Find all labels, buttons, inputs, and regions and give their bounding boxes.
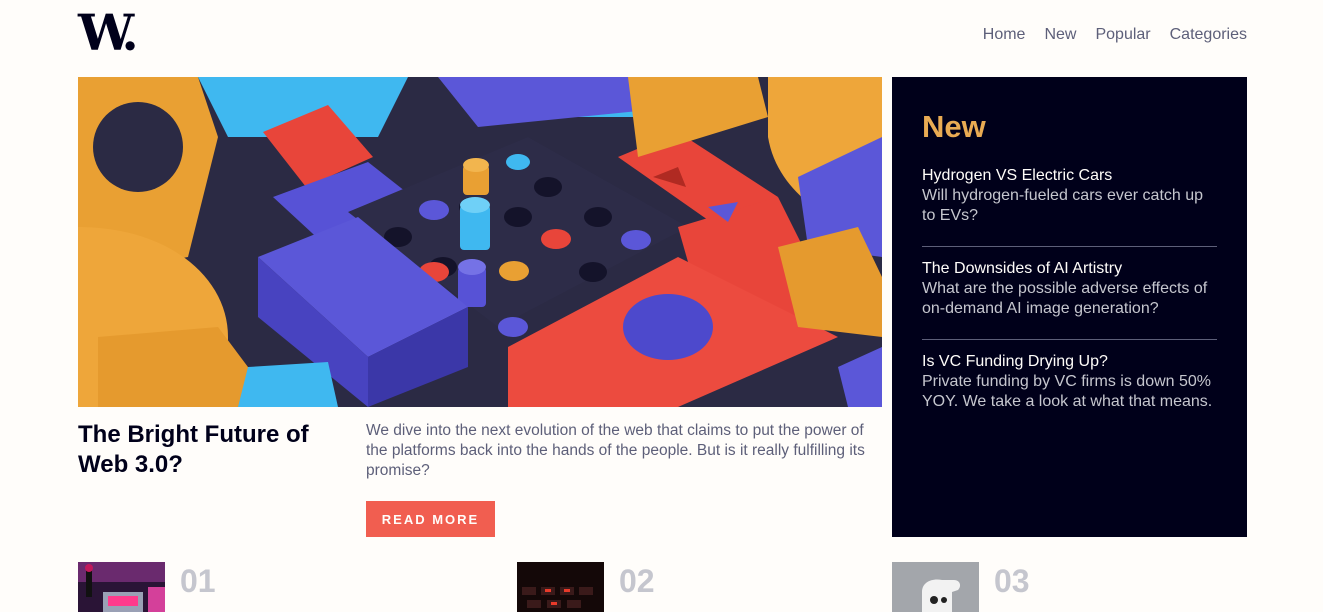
hero-description: We dive into the next evolution of the w…: [366, 422, 865, 479]
trending-item-2[interactable]: 02: [517, 562, 655, 612]
new-article-item: Is VC Funding Drying Up? Private funding…: [922, 340, 1217, 432]
new-article-summary: Private funding by VC firms is down 50% …: [922, 373, 1213, 410]
read-more-button[interactable]: READ MORE: [366, 501, 495, 537]
trending-thumbnail[interactable]: [78, 562, 165, 612]
site-logo[interactable]: W.: [78, 8, 144, 58]
new-section-title: New: [922, 109, 986, 144]
new-article-summary: What are the possible adverse effects of…: [922, 280, 1208, 317]
nav-link-new[interactable]: New: [1044, 26, 1076, 44]
trending-number: 03: [994, 563, 1030, 599]
new-article-item: The Downsides of AI Artistry What are th…: [922, 247, 1217, 340]
new-article-title[interactable]: The Downsides of AI Artistry: [922, 259, 1217, 279]
trending-number: 02: [619, 563, 655, 599]
hero-image: [78, 77, 882, 407]
nav-link-popular[interactable]: Popular: [1095, 26, 1150, 44]
nav-link-home[interactable]: Home: [983, 26, 1026, 44]
trending-number: 01: [180, 563, 216, 599]
new-articles-list: Hydrogen VS Electric Cars Will hydrogen-…: [922, 166, 1217, 432]
trending-item-3[interactable]: 03: [892, 562, 1030, 612]
new-articles-panel: New Hydrogen VS Electric Cars Will hydro…: [892, 77, 1247, 537]
nav-link-categories[interactable]: Categories: [1170, 26, 1247, 44]
new-article-item: Hydrogen VS Electric Cars Will hydrogen-…: [922, 166, 1217, 247]
trending-item-1[interactable]: 01: [78, 562, 216, 612]
logo-text: W.: [78, 3, 139, 62]
hero-illustration: [78, 77, 882, 407]
new-article-title[interactable]: Is VC Funding Drying Up?: [922, 352, 1217, 372]
trending-thumbnail[interactable]: [892, 562, 979, 612]
trending-thumbnail[interactable]: [517, 562, 604, 612]
hero-headline: The Bright Future of Web 3.0?: [78, 421, 309, 478]
main-nav: Home New Popular Categories: [983, 26, 1247, 44]
new-article-title[interactable]: Hydrogen VS Electric Cars: [922, 166, 1217, 186]
new-article-summary: Will hydrogen-fueled cars ever catch up …: [922, 187, 1204, 224]
